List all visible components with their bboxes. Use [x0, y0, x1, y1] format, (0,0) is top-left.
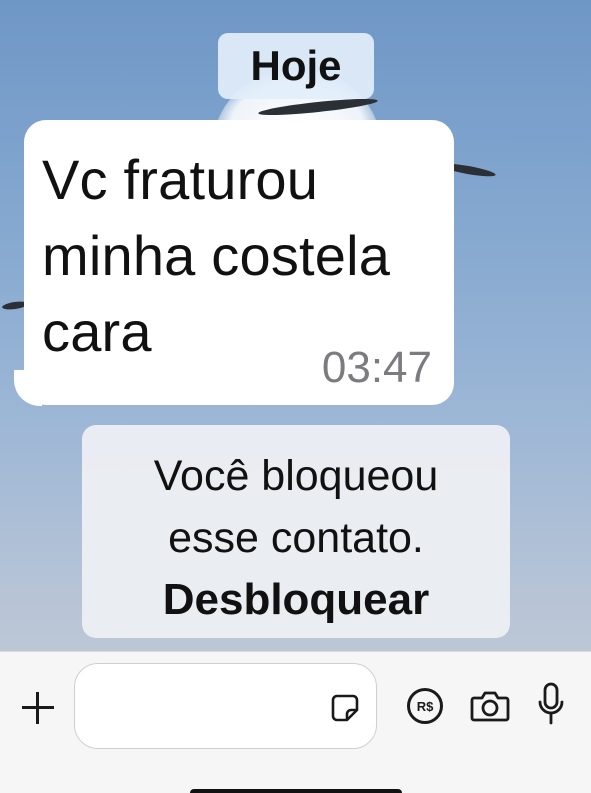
unblock-button[interactable]: Desbloquear [82, 569, 510, 631]
camera-icon[interactable] [470, 688, 510, 724]
home-indicator [190, 789, 402, 793]
message-bubble[interactable]: Vc fraturou minha costela cara 03:47 [24, 120, 454, 405]
microphone-icon[interactable] [536, 682, 566, 726]
notice-line-1: Você bloqueou [153, 452, 439, 500]
sticker-icon[interactable] [330, 693, 360, 723]
notice-line-2: esse contato. [168, 514, 424, 562]
payment-icon[interactable]: R$ [407, 688, 443, 724]
date-label: Hoje [250, 42, 342, 89]
chat-screen: Hoje Vc fraturou minha costela cara 03:4… [0, 0, 591, 793]
payment-label: R$ [416, 698, 434, 714]
plus-icon[interactable] [18, 688, 58, 728]
blocked-contact-notice: Você bloqueou esse contato. Desbloquear [82, 425, 510, 638]
message-time: 03:47 [321, 343, 432, 392]
message-text: Vc fraturou minha costela cara [42, 148, 391, 363]
date-chip: Hoje [218, 33, 374, 99]
